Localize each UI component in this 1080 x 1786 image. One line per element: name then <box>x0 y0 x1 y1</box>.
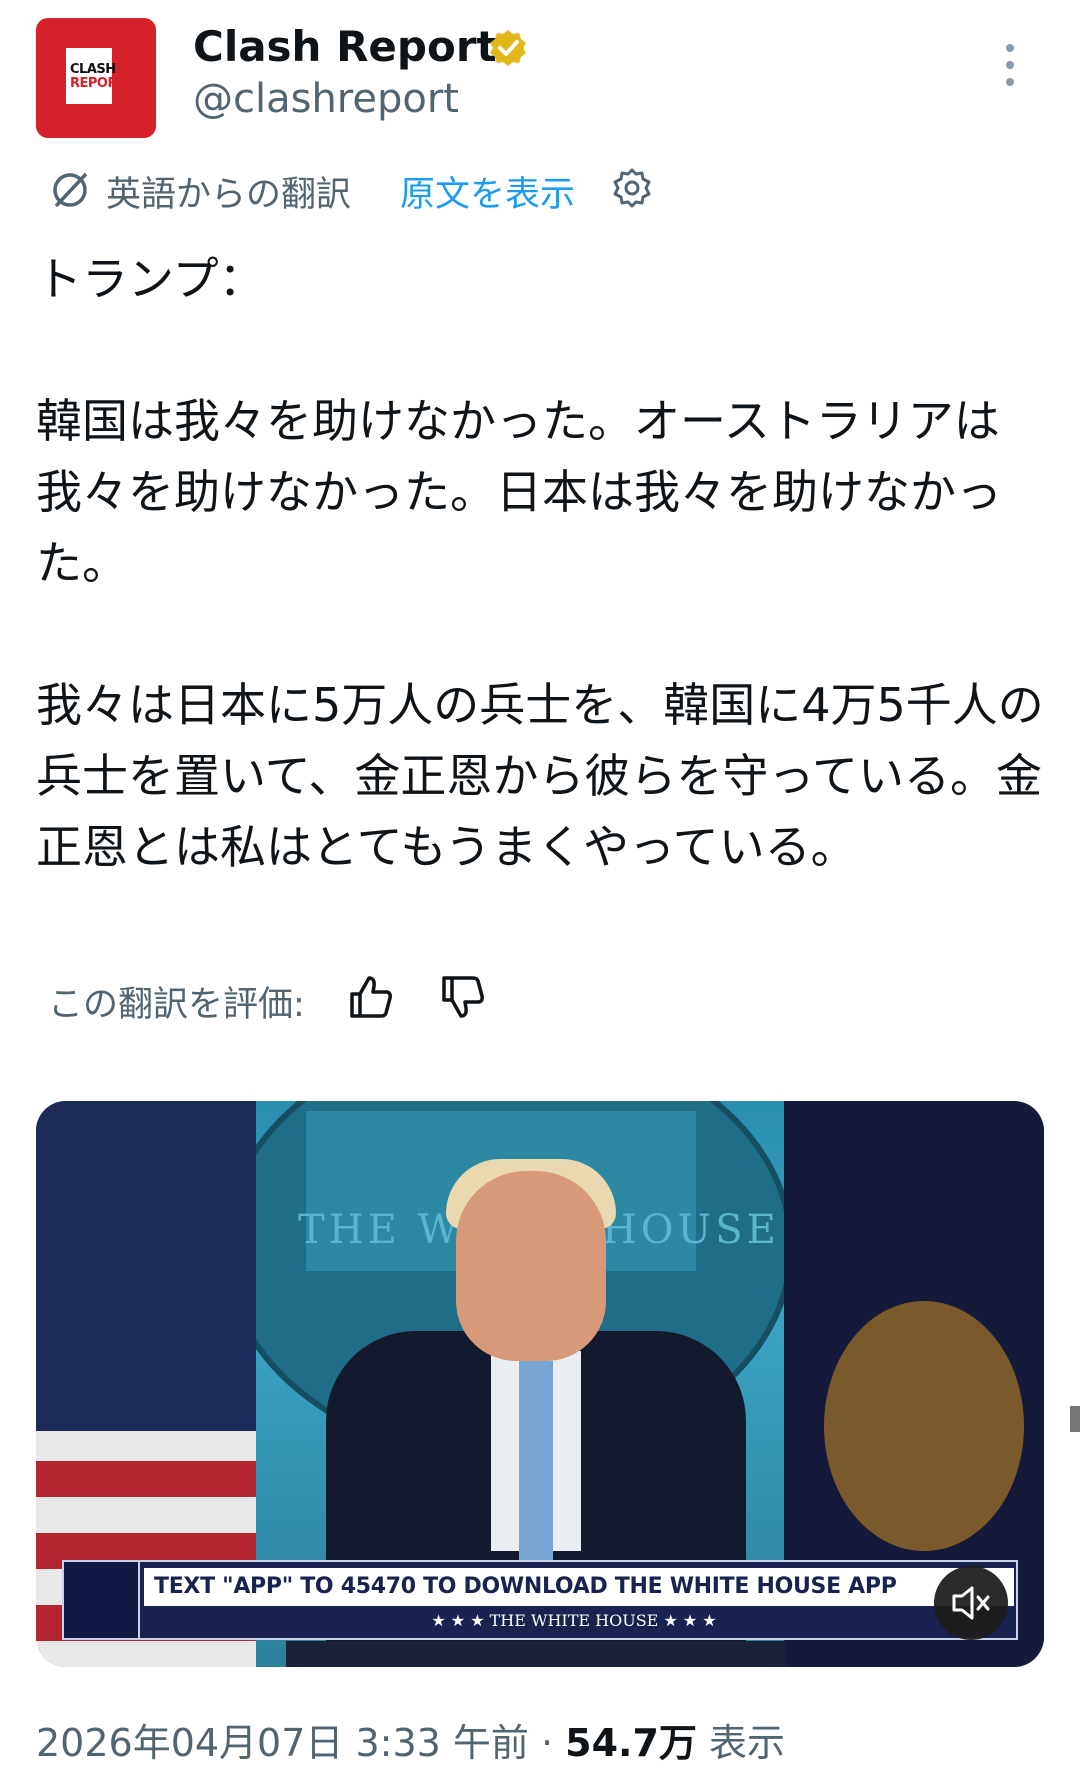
views-count: 54.7万 <box>565 1721 697 1765</box>
translation-bar: 英語からの翻訳 原文を表示 <box>48 160 1048 216</box>
rate-translation-label: この翻訳を評価: <box>48 985 305 1025</box>
scrollbar[interactable] <box>1070 1406 1080 1432</box>
account-name[interactable]: Clash Report <box>193 22 497 71</box>
speaker-head <box>456 1171 606 1361</box>
post-meta: 2026年04月07日 3:33 午前 · 54.7万 表示 <box>36 1712 785 1767</box>
news-chyron: TEXT "APP" TO 45470 TO DOWNLOAD THE WHIT… <box>62 1560 1018 1640</box>
rate-translation: この翻訳を評価: <box>48 970 748 1026</box>
post-text: トランプ： 韓国は我々を助けなかった。オーストラリアは我々を助けなかった。日本は… <box>36 252 1044 874</box>
gear-icon[interactable] <box>610 166 654 210</box>
thumbs-up-icon[interactable] <box>346 972 396 1022</box>
chyron-subline: ★ ★ ★ THE WHITE HOUSE ★ ★ ★ <box>431 1611 717 1630</box>
more-options-icon[interactable] <box>1002 44 1018 94</box>
thumbs-down-icon[interactable] <box>438 972 488 1022</box>
show-original-link[interactable]: 原文を表示 <box>400 166 575 217</box>
avatar-logo-text-red: REPORT <box>70 76 125 91</box>
post-header: CLASH REPORT Clash Report @clashreport <box>36 18 1046 142</box>
podium <box>286 1641 786 1667</box>
chyron-headline: TEXT "APP" TO 45470 TO DOWNLOAD THE WHIT… <box>144 1568 1014 1606</box>
avatar[interactable]: CLASH REPORT <box>36 18 156 138</box>
translate-icon <box>53 172 88 208</box>
post-date[interactable]: 2026年04月07日 3:33 午前 · <box>36 1721 565 1765</box>
verified-badge-icon <box>490 30 526 66</box>
account-handle[interactable]: @clashreport <box>193 76 459 122</box>
avatar-logo-text: CLASH <box>70 62 116 77</box>
translation-label: 英語からの翻訳 <box>106 175 352 215</box>
chyron-logo <box>64 1562 140 1638</box>
muted-speaker-icon[interactable] <box>934 1566 1008 1640</box>
video-player[interactable]: THE WHITE HOUSE TEXT "APP" TO 45470 TO D… <box>36 1101 1044 1667</box>
views-label: 表示 <box>696 1721 786 1765</box>
